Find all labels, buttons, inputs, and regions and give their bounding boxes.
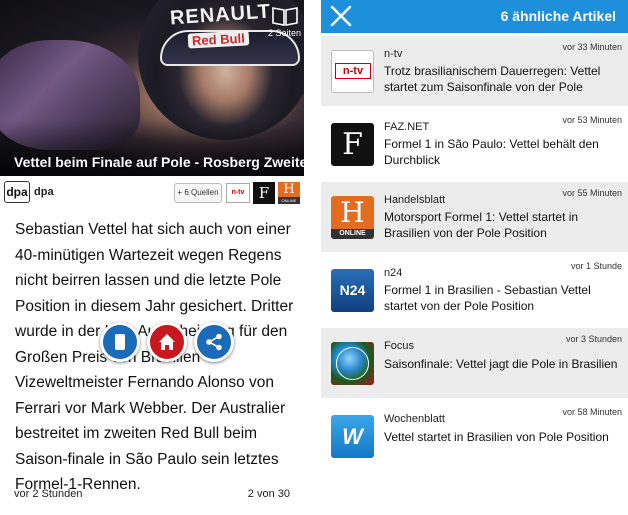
pages-icon (115, 334, 125, 350)
pages-label: 2 Seiten (268, 28, 302, 38)
handelsblatt-logo-sub: ONLINE (331, 229, 374, 239)
article-time: vor 2 Stunden (14, 488, 83, 500)
more-sources-button[interactable]: + 6 Quellen (174, 183, 222, 203)
item-time: vor 58 Minuten (562, 407, 622, 417)
item-source: Handelsblatt (384, 194, 446, 206)
pages-button[interactable] (100, 322, 140, 362)
source-faz-logo[interactable]: F (253, 182, 275, 204)
related-item-focus[interactable]: Focus vor 3 Stunden Saisonfinale: Vettel… (321, 328, 628, 398)
source-row: dpa dpa + 6 Quellen n-tv F H ONLINE (4, 181, 300, 205)
item-time: vor 3 Stunden (565, 334, 622, 344)
home-button[interactable] (147, 322, 187, 362)
faz-logo: F (331, 123, 374, 166)
n24-logo: N24 (331, 269, 374, 312)
article-headline: Vettel beim Finale auf Pole - Rosberg Zw… (14, 154, 304, 170)
item-source: n24 (384, 267, 403, 279)
item-time: vor 55 Minuten (562, 188, 622, 198)
item-time: vor 1 Stunde (570, 261, 622, 271)
item-title: Trotz brasilianischem Dauerregen: Vettel… (384, 64, 601, 94)
related-item-n24[interactable]: N24 n24 vor 1 Stunde Formel 1 in Brasili… (321, 255, 628, 325)
focus-globe-logo (331, 342, 374, 385)
item-source: FAZ.NET (384, 121, 430, 133)
source-handelsblatt-logo[interactable]: H ONLINE (278, 182, 300, 204)
hero-image[interactable]: RENAULT Red Bull 2 Seiten Vettel beim Fi… (0, 0, 304, 176)
close-icon[interactable] (330, 5, 352, 27)
wochenblatt-logo: W (331, 415, 374, 458)
share-button[interactable] (194, 322, 234, 362)
dpa-logo: dpa (4, 181, 30, 203)
related-articles-panel: 6 ähnliche Artikel n-tv n-tv vor 33 Minu… (321, 0, 628, 515)
book-icon[interactable] (272, 6, 298, 26)
related-header: 6 ähnliche Artikel (321, 0, 628, 33)
item-time: vor 53 Minuten (562, 115, 622, 125)
source-ntv-logo[interactable]: n-tv (226, 183, 250, 203)
share-icon (206, 333, 222, 351)
item-source: n-tv (384, 48, 403, 60)
item-title: Saisonfinale: Vettel jagt die Pole in Br… (384, 357, 618, 371)
page-indicator: 2 von 30 (247, 488, 290, 500)
item-time: vor 33 Minuten (562, 42, 622, 52)
related-item-handelsblatt[interactable]: H ONLINE Handelsblatt vor 55 Minuten Mot… (321, 182, 628, 252)
handelsblatt-logo-letter: H (340, 196, 365, 229)
handelsblatt-letter: H (283, 182, 295, 197)
item-source: Focus (384, 340, 414, 352)
item-title: Formel 1 in São Paulo: Vettel behält den… (384, 137, 599, 167)
related-item-wochenblatt[interactable]: W Wochenblatt vor 58 Minuten Vettel star… (321, 401, 628, 471)
home-icon (159, 334, 175, 350)
item-title: Vettel startet in Brasilien von Pole Pos… (384, 430, 609, 444)
item-source: Wochenblatt (384, 413, 445, 425)
related-item-ntv[interactable]: n-tv n-tv vor 33 Minuten Trotz brasilian… (321, 36, 628, 106)
handelsblatt-sub: ONLINE (278, 197, 300, 204)
globe-icon (336, 347, 369, 380)
related-title: 6 ähnliche Artikel (500, 8, 616, 24)
item-title: Formel 1 in Brasilien - Sebastian Vettel… (384, 283, 591, 313)
handelsblatt-logo: H ONLINE (331, 196, 374, 239)
hero-sponsor-logo-2: Red Bull (187, 30, 250, 49)
related-item-faz[interactable]: F FAZ.NET vor 53 Minuten Formel 1 in São… (321, 109, 628, 179)
article-view: RENAULT Red Bull 2 Seiten Vettel beim Fi… (0, 0, 304, 515)
source-name: dpa (34, 186, 54, 198)
ntv-logo-text: n-tv (335, 63, 371, 79)
item-title: Motorsport Formel 1: Vettel startet in B… (384, 210, 579, 240)
ntv-logo: n-tv (331, 50, 374, 93)
